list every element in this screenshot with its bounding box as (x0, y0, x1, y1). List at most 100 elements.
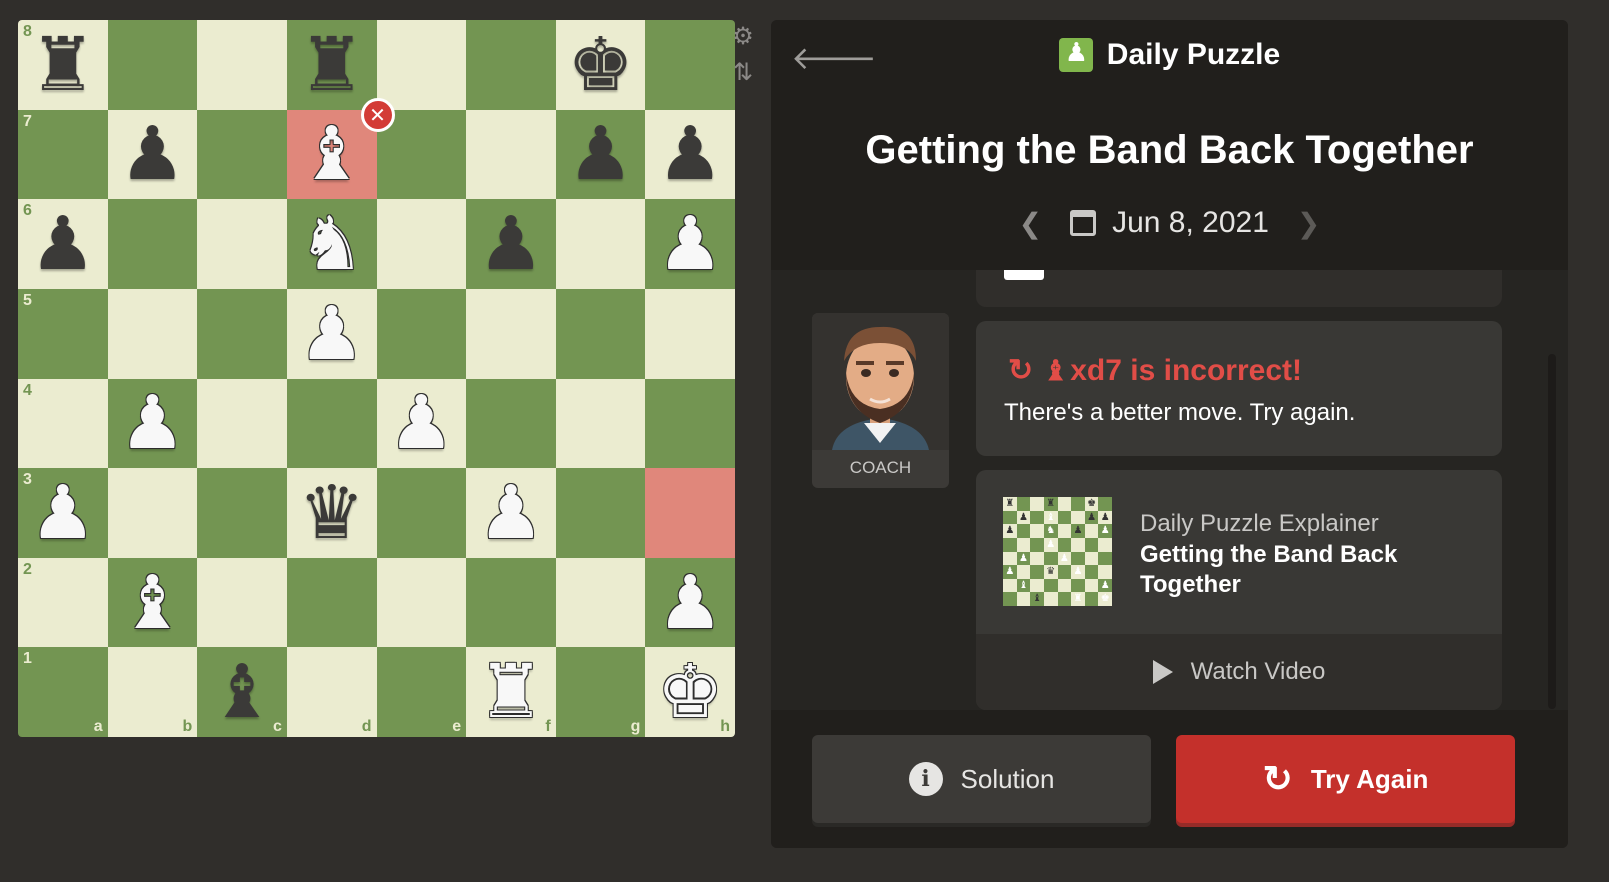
square-f7[interactable] (466, 109, 556, 200)
square-d3[interactable]: ♛ (286, 468, 377, 558)
thumbnail-square (1016, 537, 1031, 552)
square-g6[interactable] (555, 199, 646, 289)
square-d5[interactable]: ♟ (286, 288, 377, 379)
square-b5[interactable] (107, 288, 198, 379)
square-g7[interactable]: ♟ (555, 109, 646, 200)
square-e4[interactable]: ♟ (376, 378, 467, 469)
white-pawn-piece[interactable]: ♟ (478, 476, 544, 550)
video-card[interactable]: ♜ ♜ ♚ ♟ ♝ ♟ ♟ ♟ ♞ ♟ ♟ ♟ ♟ ♟ ♟ ♛ ♟ ♝ ♟ ♝ ♜ ♚ Daily Puzzle Expl… (976, 470, 1502, 710)
try-again-button[interactable]: ↻ Try Again (1176, 735, 1515, 823)
square-f3[interactable]: ♟ (466, 468, 556, 558)
square-e5[interactable] (376, 288, 467, 379)
square-g1[interactable]: g (555, 647, 646, 737)
square-c3[interactable] (197, 468, 287, 558)
square-b8[interactable] (107, 20, 198, 110)
square-e3[interactable] (376, 468, 467, 558)
black-queen-piece[interactable]: ♛ (299, 476, 365, 550)
square-g5[interactable] (555, 288, 646, 379)
white-pawn-piece[interactable]: ♟ (657, 207, 723, 281)
square-b4[interactable]: ♟ (107, 378, 198, 469)
black-pawn-piece[interactable]: ♟ (119, 117, 185, 191)
square-b2[interactable]: ♝ (107, 557, 198, 648)
square-c7[interactable] (197, 109, 287, 200)
flip-board-icon[interactable]: ⇅ (728, 58, 758, 86)
square-h6[interactable]: ♟ (645, 199, 735, 289)
square-b6[interactable] (107, 199, 198, 289)
square-h5[interactable] (645, 288, 735, 379)
white-pawn-piece[interactable]: ♟ (299, 297, 365, 371)
square-h3[interactable] (645, 468, 735, 558)
chevron-left-icon[interactable]: ❮ (1019, 207, 1042, 240)
square-c4[interactable] (197, 378, 287, 469)
square-f5[interactable] (466, 288, 556, 379)
square-b1[interactable]: b (107, 647, 198, 737)
square-d7[interactable]: ♝ ✕ (286, 97, 395, 200)
square-c8[interactable] (197, 20, 287, 110)
square-a1[interactable]: 1a (18, 647, 108, 737)
white-rook-piece[interactable]: ♜ (478, 655, 544, 729)
video-title[interactable]: Getting the Band Back Together (1140, 540, 1470, 600)
white-pawn-piece[interactable]: ♟ (30, 476, 96, 550)
square-a3[interactable]: 3 ♟ (18, 468, 108, 558)
square-e2[interactable] (376, 557, 467, 648)
square-c1[interactable]: c ♝ (197, 647, 287, 737)
square-a5[interactable]: 5 (18, 288, 108, 379)
square-h8[interactable] (645, 20, 735, 110)
black-bishop-piece[interactable]: ♝ (209, 655, 275, 729)
white-pawn-piece[interactable]: ♟ (657, 566, 723, 640)
square-c2[interactable] (197, 557, 287, 648)
white-pawn-piece[interactable]: ♟ (388, 386, 454, 460)
black-rook-piece[interactable]: ♜ (30, 28, 96, 102)
square-f6[interactable]: ♟ (466, 199, 556, 289)
square-b7[interactable]: ♟ (107, 109, 198, 200)
square-f1[interactable]: f ♜ (466, 647, 556, 737)
square-g2[interactable] (555, 557, 646, 648)
square-h2[interactable]: ♟ (645, 557, 735, 648)
square-g3[interactable] (555, 468, 646, 558)
square-b3[interactable] (107, 468, 198, 558)
square-h7[interactable]: ♟ (645, 109, 735, 200)
solution-button[interactable]: i Solution (812, 735, 1151, 823)
square-d4[interactable] (286, 378, 377, 469)
square-a7[interactable]: 7 (18, 109, 108, 200)
black-king-piece[interactable]: ♚ (567, 28, 633, 102)
black-rook-piece[interactable]: ♜ (299, 28, 365, 102)
square-h4[interactable] (645, 378, 735, 469)
square-e1[interactable]: e (376, 647, 467, 737)
square-f4[interactable] (466, 378, 556, 469)
video-thumbnail[interactable]: ♜ ♜ ♚ ♟ ♝ ♟ ♟ ♟ ♞ ♟ ♟ ♟ ♟ ♟ ♟ ♛ ♟ ♝ ♟ ♝ ♜ ♚ (1003, 497, 1112, 606)
coach-feed[interactable]: COACH ↻ ♝ xd7 is incorrect! There's a be… (771, 270, 1568, 710)
square-a8[interactable]: 8 ♜ (18, 20, 108, 110)
scrollbar[interactable] (1548, 354, 1556, 709)
black-pawn-piece[interactable]: ♟ (567, 117, 633, 191)
watch-video-button[interactable]: Watch Video (976, 634, 1502, 710)
black-pawn-piece[interactable]: ♟ (478, 207, 544, 281)
square-e8[interactable] (376, 20, 467, 110)
square-c6[interactable] (197, 199, 287, 289)
square-h1[interactable]: h ♚ (645, 647, 735, 737)
black-pawn-piece[interactable]: ♟ (30, 207, 96, 281)
square-d1[interactable]: d (286, 647, 377, 737)
square-d6[interactable]: ♞ (286, 199, 377, 289)
gear-icon[interactable]: ⚙ (728, 22, 758, 50)
square-f8[interactable] (466, 20, 556, 110)
square-g4[interactable] (555, 378, 646, 469)
chess-board[interactable]: 8 ♜ ♜ ♚ 7 ♟ ♝ ✕ ♟ ♟ 6 ♟ ♞ ♟ ♟ 5 ♟ 4 ♟ ♟ 3 ♟ ♛ ♟ 2 ♝ ♟ 1 a b c ♝ d e f ♜ g h ♚ (18, 20, 735, 737)
white-bishop-piece[interactable]: ♝ (119, 566, 185, 640)
white-bishop-piece[interactable]: ♝ (299, 117, 365, 191)
puzzle-date[interactable]: Jun 8, 2021 (1112, 206, 1269, 240)
square-f2[interactable] (466, 557, 556, 648)
square-e6[interactable] (376, 199, 467, 289)
white-pawn-piece[interactable]: ♟ (119, 386, 185, 460)
white-knight-piece[interactable]: ♞ (299, 207, 365, 281)
square-d8[interactable]: ♜ (286, 20, 377, 110)
square-a2[interactable]: 2 (18, 557, 108, 648)
black-pawn-piece[interactable]: ♟ (657, 117, 723, 191)
square-d2[interactable] (286, 557, 377, 648)
white-king-piece[interactable]: ♚ (657, 655, 723, 729)
chevron-right-icon[interactable]: ❯ (1297, 207, 1320, 240)
square-a6[interactable]: 6 ♟ (18, 199, 108, 289)
square-g8[interactable]: ♚ (555, 20, 646, 110)
square-c5[interactable] (197, 288, 287, 379)
square-a4[interactable]: 4 (18, 378, 108, 469)
